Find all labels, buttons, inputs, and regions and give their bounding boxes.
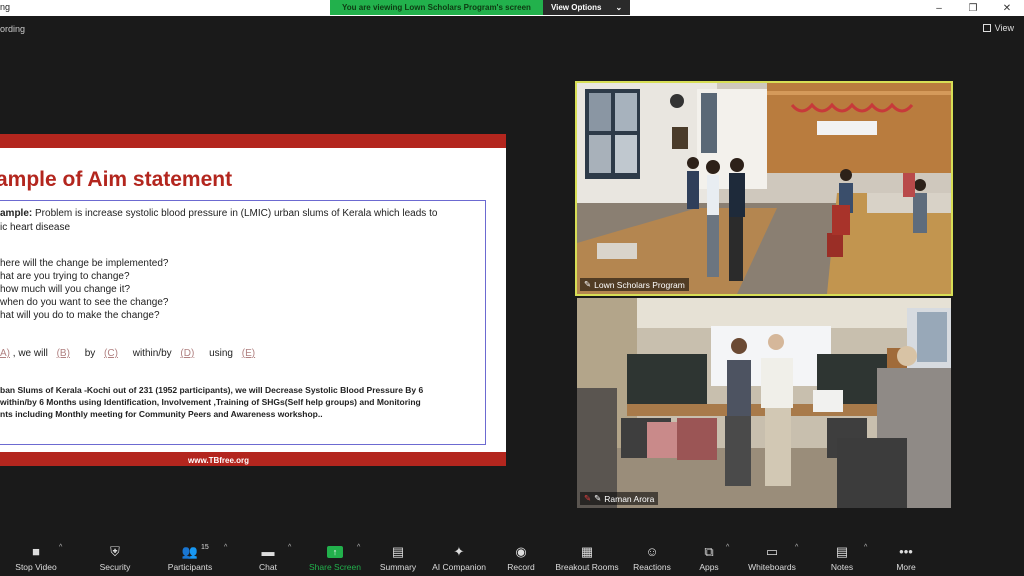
window-title: ng [0,2,11,12]
question-item: how much will you change it? [0,284,131,295]
video-camera-icon: ■ [32,543,40,559]
participant-name: Raman Arora [604,493,655,504]
close-button[interactable]: ✕ [990,0,1024,16]
view-options-button[interactable]: View Options ⌄ [542,0,631,15]
toolbar-label: Stop Video [15,561,57,572]
question-item: hat are you trying to change? [0,271,130,282]
shared-screen-slide: ample of Aim statement ample: Problem is… [0,134,506,466]
answer-line: within/by 6 Months using Identification,… [0,397,421,407]
more-button[interactable]: ••• More [866,538,946,576]
whiteboards-options-caret[interactable]: ^ [795,544,798,551]
toolbar-label: Reactions [633,561,671,572]
toolbar-label: Apps [699,561,719,572]
toolbar-label: Share Screen [309,561,361,572]
template-text: , we will [12,348,48,359]
summary-icon: ▤ [391,543,405,559]
template-text: within/by [132,348,172,359]
answer-line: ban Slums of Kerala -Kochi out of 231 (1… [0,385,424,395]
room-video-feed [577,83,951,294]
notes-icon: ▤ [835,543,849,559]
apps-icon: ⧉ [704,543,714,559]
security-button[interactable]: ⛨ Security [75,538,155,576]
slide-top-bar [0,134,506,148]
participant-name-tag: ✎ Lown Scholars Program [580,278,689,291]
chevron-down-icon: ⌄ [615,3,623,12]
breakout-rooms-icon: ▦ [580,543,594,559]
minimize-button[interactable]: – [922,0,956,16]
pin-icon: ✎ [584,279,592,289]
toolbar-label: More [896,561,916,572]
whiteboards-button[interactable]: ▭ Whiteboards [732,538,812,576]
participants-icon: 👥 [181,543,199,559]
toolbar-label: Summary [379,561,417,572]
toolbar-label: Whiteboards [748,561,796,572]
window-titlebar: ng You are viewing Lown Scholars Program… [0,0,1024,16]
view-button[interactable]: View [982,23,1014,33]
video-tile-lown-scholars[interactable]: ✎ Lown Scholars Program [575,81,953,296]
share-banner: You are viewing Lown Scholars Program's … [330,0,631,15]
meeting-toolbar: ■ Stop Video ^ ⛨ Security 👥 Participants… [0,538,1024,576]
blank-b: (B) [56,348,70,359]
more-dots-icon: ••• [899,543,913,559]
template-text: by [84,348,96,359]
example-label: ample: [0,208,33,219]
blank-c: (C) [104,348,118,359]
whiteboard-icon: ▭ [765,543,779,559]
window-controls: – ❐ ✕ [922,0,1024,16]
video-options-caret[interactable]: ^ [59,544,62,551]
shield-icon: ⛨ [110,543,120,559]
toolbar-label: AI Companion [432,561,486,572]
toolbar-label: Breakout Rooms [555,561,619,572]
record-icon: ◉ [515,543,527,559]
muted-mic-icon: ✎ [584,493,592,503]
toolbar-label: Record [507,561,535,572]
example-line-2: ic heart disease [0,222,71,233]
maximize-button[interactable]: ❐ [956,0,990,16]
chat-options-caret[interactable]: ^ [288,544,291,551]
aim-template: A) , we will (B) by (C) within/by (D) us… [0,348,255,359]
pin-icon: ✎ [594,493,602,503]
recording-indicator: ording [0,24,26,34]
chat-bubble-icon: ▬ [261,543,275,559]
view-label: View [994,23,1014,33]
video-tile-raman-arora[interactable]: ✎ ✎ Raman Arora [577,298,951,508]
blank-e: (E) [241,348,256,359]
slide-title: ample of Aim statement [0,168,233,191]
participants-button[interactable]: 👥 Participants [150,538,230,576]
participant-count: 15 [201,544,209,551]
participant-name: Lown Scholars Program [594,279,685,290]
participants-options-caret[interactable]: ^ [224,544,227,551]
apps-options-caret[interactable]: ^ [726,544,729,551]
template-text: using [209,348,233,359]
classroom-video-feed [577,298,951,508]
question-item: when do you want to see the change? [0,297,169,308]
toolbar-label: Chat [259,561,277,572]
toolbar-label: Participants [167,561,213,572]
example-text: Problem is increase systolic blood press… [32,208,438,219]
example-line: ample: Problem is increase systolic bloo… [0,208,437,219]
toolbar-label: Security [99,561,131,572]
blank-a: A) [0,348,10,359]
stop-video-button[interactable]: ■ Stop Video [0,538,76,576]
question-item: hat will you do to make the change? [0,310,160,321]
viewing-screen-message: You are viewing Lown Scholars Program's … [330,0,543,15]
participant-name-tag: ✎ ✎ Raman Arora [580,492,659,505]
share-screen-icon: ↑ [327,545,343,558]
view-options-label: View Options [550,3,602,12]
toolbar-label: Notes [830,561,854,572]
blank-d: (D) [180,348,195,359]
grid-view-icon [982,24,991,32]
question-item: here will the change be implemented? [0,258,169,269]
smiley-icon: ☺ [645,543,659,559]
answer-line: nts including Monthly meeting for Commun… [0,409,323,419]
slide-bottom-bar [0,452,506,466]
slide-footer-url: www.TBfree.org [188,456,250,465]
sparkle-icon: ✦ [453,543,465,559]
